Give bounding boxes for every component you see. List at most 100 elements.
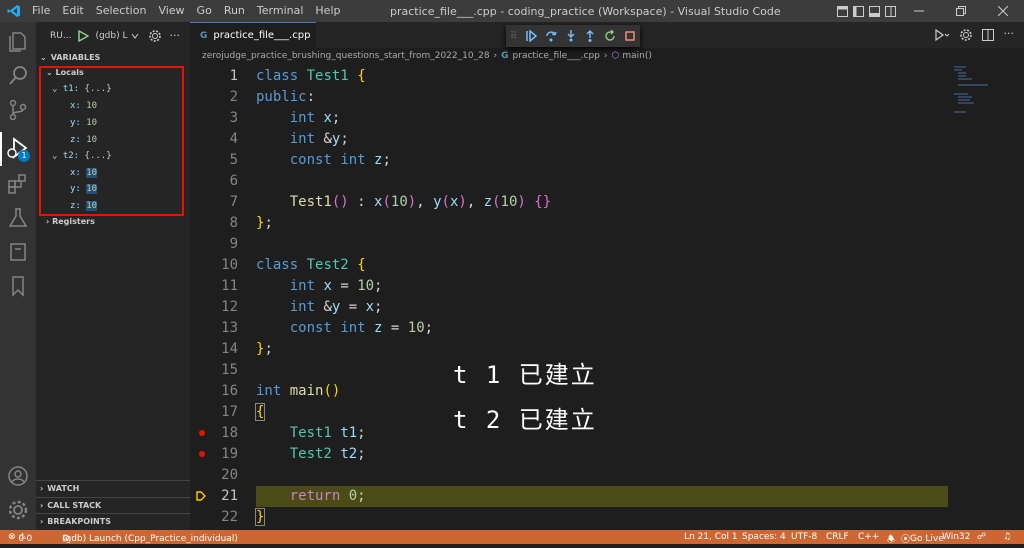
registers-label: Registers (52, 217, 95, 226)
menu-run[interactable]: Run (218, 0, 251, 22)
breadcrumb-file[interactable]: practice_file___.cpp (513, 51, 600, 61)
menu-help[interactable]: Help (309, 0, 346, 22)
var-row[interactable]: ⌄ t1: {...} (52, 84, 112, 94)
var-row[interactable]: ⌄ t2: {...} (52, 151, 112, 161)
breakpoint-icon[interactable] (199, 430, 205, 436)
platform[interactable]: Win32 (942, 532, 970, 542)
manage-gear-icon[interactable] (6, 498, 30, 522)
step-over-icon[interactable] (545, 30, 557, 42)
var-row[interactable]: z: 10 (70, 201, 98, 211)
launch-label: (gdb) Launch (Cpp_Practice_individual) (62, 534, 238, 544)
var-value: 10 (86, 201, 98, 211)
code-view[interactable]: 1 2 3 4 5 6 7 8 9 10 11 12 13 14 15 16 1… (190, 66, 1024, 530)
line-ending[interactable]: CRLF (826, 532, 849, 542)
step-into-icon[interactable] (565, 30, 577, 42)
current-line-arrow-icon (196, 491, 206, 501)
debug-run-icon[interactable] (934, 29, 950, 41)
source-control-icon[interactable] (6, 98, 30, 122)
var-row[interactable]: x: 10 (70, 101, 97, 111)
explorer-icon[interactable] (6, 30, 30, 54)
var-row[interactable]: y: 10 (70, 118, 97, 128)
breakpoints-header[interactable]: › BREAKPOINTS (36, 513, 190, 529)
locals-label: Locals (55, 68, 84, 77)
title-bar: File Edit Selection View Go Run Terminal… (0, 0, 1024, 22)
layout-icon[interactable] (834, 0, 850, 22)
debug-badge: 1 (18, 150, 30, 162)
locals-scope[interactable]: ⌄ Locals (46, 68, 84, 77)
line-number: 2 (229, 89, 238, 105)
restore-button[interactable] (940, 0, 982, 22)
line-number: 7 (229, 194, 238, 210)
continue-icon[interactable] (525, 30, 538, 42)
chevron-down-icon[interactable] (131, 32, 139, 40)
bell-icon[interactable]: ♫ (1003, 532, 1011, 542)
menu-file[interactable]: File (26, 0, 56, 22)
tab-practice-file[interactable]: G practice_file___.cpp (190, 22, 316, 48)
menu-go[interactable]: Go (191, 0, 218, 22)
step-out-icon[interactable] (584, 30, 596, 42)
window-title: practice_file___.cpp - coding_practice (… (390, 5, 781, 18)
annotation-t2-created: t 2 已建立 (453, 406, 597, 434)
split-editor-icon[interactable] (981, 29, 994, 41)
account-icon[interactable] (6, 464, 30, 488)
watch-header[interactable]: › WATCH (36, 480, 190, 496)
breakpoint-icon[interactable] (199, 451, 205, 457)
extensions-icon[interactable] (6, 172, 30, 196)
var-name: z: (70, 135, 81, 145)
restart-icon[interactable] (604, 30, 616, 42)
var-row[interactable]: z: 10 (70, 135, 97, 145)
cursor-position[interactable]: Ln 21, Col 1 (684, 532, 738, 542)
var-name: y: (70, 118, 81, 128)
feedback-icon[interactable]: ☍ (977, 532, 986, 542)
go-live-button[interactable]: ⦿ Go Live (901, 532, 944, 545)
toggle-sidebar-icon[interactable] (850, 0, 866, 22)
launch-config-select[interactable]: (gdb) L (95, 31, 127, 41)
code-line: class Test2 { (256, 257, 366, 273)
more-actions-icon[interactable]: ··· (169, 29, 180, 42)
language-mode[interactable]: C++ (858, 532, 879, 542)
toggle-panel-icon[interactable] (866, 0, 882, 22)
var-row[interactable]: y: 10 (70, 184, 98, 194)
menu-view[interactable]: View (152, 0, 190, 22)
toggle-secondary-icon[interactable] (882, 0, 898, 22)
var-value: {...} (84, 84, 112, 94)
var-name: x: (70, 101, 81, 111)
line-number: 5 (229, 152, 238, 168)
menu-terminal[interactable]: Terminal (251, 0, 310, 22)
start-debugging-icon[interactable] (77, 29, 90, 42)
watch-label: WATCH (47, 484, 80, 493)
go-live-label: Go Live (910, 534, 944, 544)
line-number: 22 (221, 509, 238, 525)
registers-scope[interactable]: › Registers (46, 217, 95, 226)
call-stack-header[interactable]: › CALL STACK (36, 497, 190, 513)
settings-gear-icon[interactable] (959, 29, 972, 41)
indentation[interactable]: Spaces: 4 (742, 532, 786, 542)
menu-edit[interactable]: Edit (56, 0, 89, 22)
search-icon[interactable] (6, 64, 30, 88)
line-number: 12 (221, 299, 238, 315)
testing-icon[interactable] (6, 206, 30, 230)
cpp-file-icon: G (501, 51, 509, 61)
remote-explorer-icon[interactable] (6, 240, 30, 264)
breakpoints-label: BREAKPOINTS (47, 517, 111, 526)
breadcrumb-symbol[interactable]: main() (622, 51, 652, 61)
var-value: 10 (86, 168, 98, 178)
line-number: 6 (229, 173, 238, 189)
drag-handle-icon[interactable]: ⠿ (510, 31, 517, 42)
notification-bell-icon[interactable]: 🕭 (887, 532, 895, 548)
gear-icon[interactable] (149, 29, 162, 42)
bookmark-icon[interactable] (6, 274, 30, 298)
more-icon[interactable]: ··· (1004, 28, 1015, 41)
menu-selection[interactable]: Selection (90, 0, 153, 22)
var-row[interactable]: x: 10 (70, 168, 98, 178)
encoding[interactable]: UTF-8 (791, 532, 817, 542)
variables-header[interactable]: ⌄ VARIABLES (36, 49, 190, 65)
chevron-right-icon: › (493, 51, 498, 61)
close-button[interactable] (982, 0, 1024, 22)
minimize-button[interactable] (898, 0, 940, 22)
stop-icon[interactable] (624, 30, 636, 42)
code-line: int &y; (289, 131, 349, 147)
breadcrumb-folder[interactable]: zerojudge_practice_brushing_questions_st… (202, 51, 490, 61)
var-name: y: (70, 184, 81, 194)
errors-status[interactable]: ⊗ 0 ⚠ 0 (8, 532, 32, 544)
